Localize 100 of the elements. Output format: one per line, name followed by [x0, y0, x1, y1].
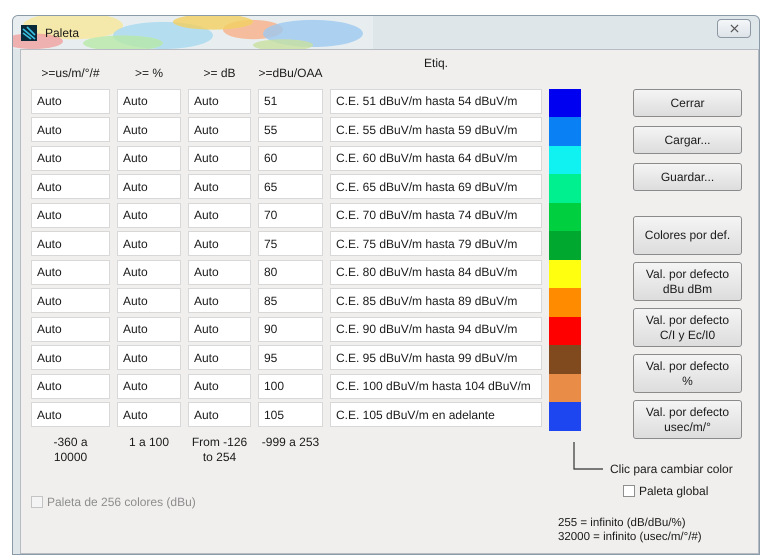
- input-field[interactable]: C.E. 65 dBuV/m hasta 69 dBuV/m: [330, 174, 542, 200]
- input-field[interactable]: Auto: [117, 202, 181, 228]
- checkbox-label: Paleta de 256 colores (dBu): [47, 494, 196, 508]
- input-field[interactable]: Auto: [31, 402, 110, 428]
- input-field[interactable]: Auto: [31, 174, 110, 200]
- input-field[interactable]: Auto: [31, 288, 110, 314]
- input-field[interactable]: Auto: [188, 260, 251, 285]
- checkbox-label: Paleta global: [639, 484, 708, 498]
- input-field[interactable]: 65: [258, 174, 323, 200]
- button[interactable]: Val. por defecto usec/m/°: [633, 400, 742, 439]
- input-field[interactable]: C.E. 75 dBuV/m hasta 79 dBuV/m: [330, 231, 542, 256]
- column-header: >= %: [134, 66, 164, 80]
- range-label: 1 a 100: [128, 434, 170, 450]
- input-field[interactable]: 90: [258, 316, 323, 342]
- checkbox[interactable]: [623, 485, 635, 497]
- input-field[interactable]: Auto: [117, 260, 181, 285]
- input-field[interactable]: 70: [258, 202, 323, 228]
- close-button[interactable]: [717, 19, 751, 38]
- input-field[interactable]: Auto: [117, 316, 181, 342]
- app-icon: [21, 24, 37, 40]
- input-field[interactable]: Auto: [31, 374, 110, 399]
- color-swatch[interactable]: [549, 231, 581, 260]
- input-field[interactable]: Auto: [31, 345, 110, 370]
- range-label: -360 a 10000: [52, 434, 89, 464]
- input-field[interactable]: 80: [258, 260, 323, 285]
- input-field[interactable]: 51: [258, 88, 323, 114]
- column-header: Etiq.: [422, 56, 449, 70]
- input-field[interactable]: C.E. 105 dBuV/m en adelante: [330, 402, 542, 428]
- input-field[interactable]: C.E. 95 dBuV/m hasta 99 dBuV/m: [330, 345, 542, 370]
- input-field[interactable]: Auto: [188, 88, 251, 114]
- input-field[interactable]: Auto: [188, 146, 251, 171]
- input-field[interactable]: Auto: [31, 146, 110, 171]
- input-field[interactable]: Auto: [31, 117, 110, 142]
- input-field[interactable]: C.E. 85 dBuV/m hasta 89 dBuV/m: [330, 288, 542, 314]
- color-swatch[interactable]: [549, 146, 581, 174]
- input-field[interactable]: Auto: [31, 202, 110, 228]
- color-swatch[interactable]: [549, 88, 581, 117]
- input-field[interactable]: Auto: [117, 402, 181, 428]
- color-swatch[interactable]: [549, 260, 581, 288]
- input-field[interactable]: Auto: [188, 231, 251, 256]
- button[interactable]: Cerrar: [633, 89, 742, 117]
- input-field[interactable]: 55: [258, 117, 323, 142]
- input-field[interactable]: C.E. 55 dBuV/m hasta 59 dBuV/m: [330, 117, 542, 142]
- input-field[interactable]: Auto: [31, 260, 110, 285]
- input-field[interactable]: 95: [258, 345, 323, 370]
- input-field[interactable]: C.E. 51 dBuV/m hasta 54 dBuV/m: [330, 88, 542, 114]
- input-field[interactable]: Auto: [188, 316, 251, 342]
- close-icon: [730, 24, 738, 33]
- button[interactable]: Cargar...: [633, 126, 742, 154]
- hint-text: Clic para cambiar color: [610, 462, 733, 476]
- input-field[interactable]: 100: [258, 374, 323, 399]
- input-field[interactable]: Auto: [188, 345, 251, 370]
- button[interactable]: Val. por defecto C/I y Ec/I0: [633, 308, 742, 347]
- input-field[interactable]: C.E. 100 dBuV/m hasta 104 dBuV/m: [330, 374, 542, 399]
- color-swatch[interactable]: [549, 374, 581, 402]
- input-field[interactable]: Auto: [188, 117, 251, 142]
- input-field[interactable]: Auto: [117, 374, 181, 399]
- input-field[interactable]: Auto: [117, 231, 181, 256]
- input-field[interactable]: C.E. 60 dBuV/m hasta 64 dBuV/m: [330, 146, 542, 171]
- input-field[interactable]: Auto: [188, 374, 251, 399]
- input-field[interactable]: C.E. 70 dBuV/m hasta 74 dBuV/m: [330, 202, 542, 228]
- input-field[interactable]: 85: [258, 288, 323, 314]
- button[interactable]: Val. por defecto %: [633, 354, 742, 393]
- input-field[interactable]: Auto: [117, 117, 181, 142]
- color-swatch[interactable]: [549, 288, 581, 316]
- input-field[interactable]: Auto: [117, 88, 181, 114]
- window-title: Paleta: [45, 26, 80, 40]
- input-field[interactable]: Auto: [31, 316, 110, 342]
- button[interactable]: Val. por defecto dBu dBm: [633, 262, 742, 301]
- note-text: 255 = infinito (dB/dBu/%): [558, 516, 687, 530]
- input-field[interactable]: Auto: [188, 174, 251, 200]
- color-swatch[interactable]: [549, 402, 581, 430]
- input-field[interactable]: Auto: [188, 288, 251, 314]
- leader-line: [573, 442, 603, 470]
- color-swatch[interactable]: [549, 174, 581, 202]
- color-swatch[interactable]: [549, 345, 581, 374]
- input-field[interactable]: Auto: [31, 231, 110, 256]
- input-field[interactable]: Auto: [188, 402, 251, 428]
- input-field[interactable]: Auto: [117, 146, 181, 171]
- color-swatch[interactable]: [549, 202, 581, 231]
- button[interactable]: Guardar...: [633, 163, 742, 191]
- column-header: >=us/m/°/#: [40, 66, 101, 80]
- color-swatch[interactable]: [549, 316, 581, 345]
- note-text: 32000 = infinito (usec/m/°/#): [558, 530, 703, 544]
- input-field[interactable]: 105: [258, 402, 323, 428]
- button[interactable]: Colores por def.: [633, 216, 742, 255]
- input-field[interactable]: C.E. 80 dBuV/m hasta 84 dBuV/m: [330, 260, 542, 285]
- input-field[interactable]: 60: [258, 146, 323, 171]
- input-field[interactable]: Auto: [117, 174, 181, 200]
- column-header: >=dBu/OAA: [258, 66, 323, 80]
- input-field[interactable]: Auto: [188, 202, 251, 228]
- column-header: >= dB: [202, 66, 237, 80]
- range-label: From -126 to 254: [190, 434, 248, 464]
- input-field[interactable]: 75: [258, 231, 323, 256]
- input-field[interactable]: Auto: [117, 288, 181, 314]
- input-field[interactable]: Auto: [117, 345, 181, 370]
- color-swatch[interactable]: [549, 117, 581, 146]
- range-label: -999 a 253: [260, 434, 320, 450]
- input-field[interactable]: Auto: [31, 88, 110, 114]
- input-field[interactable]: C.E. 90 dBuV/m hasta 94 dBuV/m: [330, 316, 542, 342]
